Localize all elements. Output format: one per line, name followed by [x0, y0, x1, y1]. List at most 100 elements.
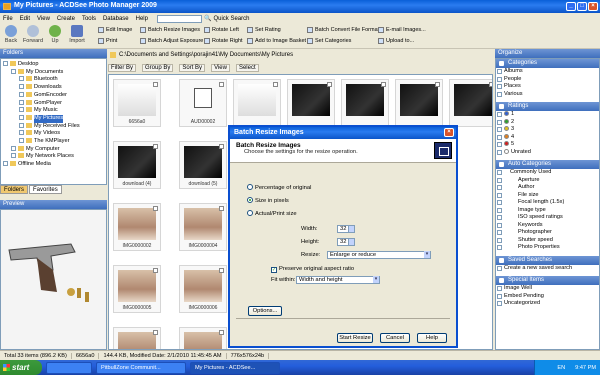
menu-database[interactable]: Database	[103, 16, 129, 22]
batch-adjust-button[interactable]: Batch Adjust Exposure	[140, 38, 203, 44]
edit-image-button[interactable]: Edit Image	[98, 27, 132, 33]
thumbnail[interactable]: download (5)	[179, 141, 227, 189]
thumbnail[interactable]	[395, 79, 443, 127]
select-checkbox[interactable]	[489, 82, 492, 87]
add-basket-button[interactable]: Add to Image Basket	[247, 38, 306, 44]
back-button[interactable]: Back	[0, 25, 22, 44]
item-checkbox[interactable]	[497, 84, 502, 89]
saved-searches-item[interactable]: Create a new saved search	[496, 265, 599, 273]
item-checkbox[interactable]	[497, 119, 502, 125]
auto-categories-item[interactable]: Photographer	[496, 229, 599, 237]
rotate-right-button[interactable]: Rotate Right	[204, 38, 243, 44]
auto-categories-item[interactable]: Shutter speed	[496, 237, 599, 245]
categories-item[interactable]: Albums	[496, 68, 599, 76]
auto-categories-item[interactable]: Image type	[496, 207, 599, 215]
item-checkbox[interactable]	[497, 265, 502, 271]
preserve-aspect-checkbox[interactable]: ✓ Preserve original aspect ratio	[271, 266, 354, 273]
folder-checkbox[interactable]	[11, 153, 16, 159]
folder-checkbox[interactable]	[3, 161, 8, 167]
task-pitbullzone[interactable]: PitbullZone Communit...	[96, 361, 186, 374]
menu-file[interactable]: File	[3, 16, 13, 22]
width-input[interactable]: 32	[337, 225, 355, 233]
select-checkbox[interactable]	[219, 206, 224, 211]
select-checkbox[interactable]	[381, 82, 386, 87]
start-resize-button[interactable]: Start Resize	[337, 333, 373, 343]
item-checkbox[interactable]	[497, 230, 502, 235]
folder-checkbox[interactable]	[19, 84, 24, 90]
item-checkbox[interactable]	[497, 170, 502, 175]
folder-item[interactable]: My Documents	[3, 68, 106, 77]
special-items-section-header[interactable]: Special Items	[496, 276, 599, 285]
set-categories-button[interactable]: Set Categories	[307, 38, 351, 44]
folder-checkbox[interactable]	[3, 61, 8, 66]
ratings-item[interactable]: 3	[496, 126, 599, 134]
ratings-item[interactable]: 4	[496, 133, 599, 142]
categories-section-header[interactable]: Categories	[496, 59, 599, 68]
select-checkbox[interactable]	[219, 82, 224, 87]
folder-checkbox[interactable]	[19, 114, 24, 120]
ratings-item[interactable]: 5	[496, 141, 599, 149]
item-checkbox[interactable]	[497, 177, 502, 183]
thumbnail[interactable]: 6656a0	[113, 79, 161, 127]
item-checkbox[interactable]	[497, 76, 502, 82]
up-button[interactable]: Up	[44, 25, 66, 44]
ratings-section-header[interactable]: Ratings	[496, 102, 599, 111]
auto-categories-item[interactable]: ISO speed ratings	[496, 214, 599, 222]
thumbnail[interactable]: IMG0000004	[179, 203, 227, 251]
special-items-item[interactable]: Embed Pending	[496, 293, 599, 301]
height-input[interactable]: 32	[337, 238, 355, 246]
select-checkbox[interactable]	[219, 330, 224, 335]
tab-folders[interactable]: Folders	[0, 185, 29, 194]
thumbnail[interactable]: IMG0000005	[113, 265, 161, 313]
folder-checkbox[interactable]	[19, 107, 24, 113]
thumbnail[interactable]	[179, 327, 227, 349]
cancel-button[interactable]: Cancel	[380, 333, 410, 343]
item-checkbox[interactable]	[497, 134, 502, 140]
radio-percentage[interactable]: Percentage of original	[247, 184, 311, 191]
radio-size-pixels[interactable]: Size in pixels	[247, 197, 289, 204]
tab-favorites[interactable]: Favorites	[29, 185, 62, 194]
item-checkbox[interactable]	[497, 301, 502, 306]
batch-resize-button[interactable]: Batch Resize Images	[140, 27, 200, 33]
item-checkbox[interactable]	[497, 127, 502, 132]
item-checkbox[interactable]	[497, 185, 502, 190]
ratings-item[interactable]: Unrated	[496, 148, 599, 157]
item-checkbox[interactable]	[497, 149, 502, 155]
thumbnail[interactable]	[113, 327, 161, 349]
start-button[interactable]: start	[0, 360, 42, 375]
task-acdsee[interactable]: My Pictures - ACDSee...	[190, 361, 280, 374]
folder-item[interactable]: Desktop	[3, 61, 106, 69]
auto-categories-item[interactable]: File size	[496, 192, 599, 200]
special-items-item[interactable]: Image Well	[496, 285, 599, 293]
select-checkbox[interactable]	[273, 82, 278, 87]
item-checkbox[interactable]	[497, 207, 502, 213]
item-checkbox[interactable]	[497, 286, 502, 291]
search-icon[interactable]: 🔍	[204, 15, 211, 22]
item-checkbox[interactable]	[497, 112, 502, 117]
maximize-button[interactable]: □	[577, 2, 587, 11]
resize-select[interactable]: Enlarge or reduce	[327, 251, 431, 259]
quick-search-label[interactable]: Quick Search	[213, 16, 249, 22]
item-checkbox[interactable]	[497, 237, 502, 243]
select-checkbox[interactable]	[153, 144, 158, 149]
auto-categories-item[interactable]: Keywords	[496, 222, 599, 230]
menu-tools[interactable]: Tools	[82, 16, 96, 22]
select-checkbox[interactable]	[219, 268, 224, 273]
folder-item[interactable]: My Music	[3, 107, 106, 115]
folder-checkbox[interactable]	[19, 130, 24, 136]
quick-search-input[interactable]	[156, 14, 202, 23]
filter-by-button[interactable]: Filter By	[108, 63, 137, 72]
special-items-item[interactable]: Uncategorized	[496, 300, 599, 308]
thumbnail[interactable]: download (4)	[113, 141, 161, 189]
folder-item[interactable]: Bluetooth	[3, 76, 106, 84]
set-rating-button[interactable]: Set Rating	[247, 27, 281, 33]
fit-within-select[interactable]: Width and height	[296, 276, 380, 284]
select-checkbox[interactable]	[153, 206, 158, 211]
thumbnail[interactable]	[233, 79, 281, 127]
auto-categories-item[interactable]: Focal length (1.5x)	[496, 199, 599, 207]
folder-item[interactable]: My Pictures	[3, 114, 106, 123]
item-checkbox[interactable]	[497, 142, 502, 147]
upload-button[interactable]: Upload to...	[378, 38, 414, 44]
radio-print-size[interactable]: Actual/Print size	[247, 210, 297, 217]
group-by-button[interactable]: Group By	[142, 63, 174, 72]
